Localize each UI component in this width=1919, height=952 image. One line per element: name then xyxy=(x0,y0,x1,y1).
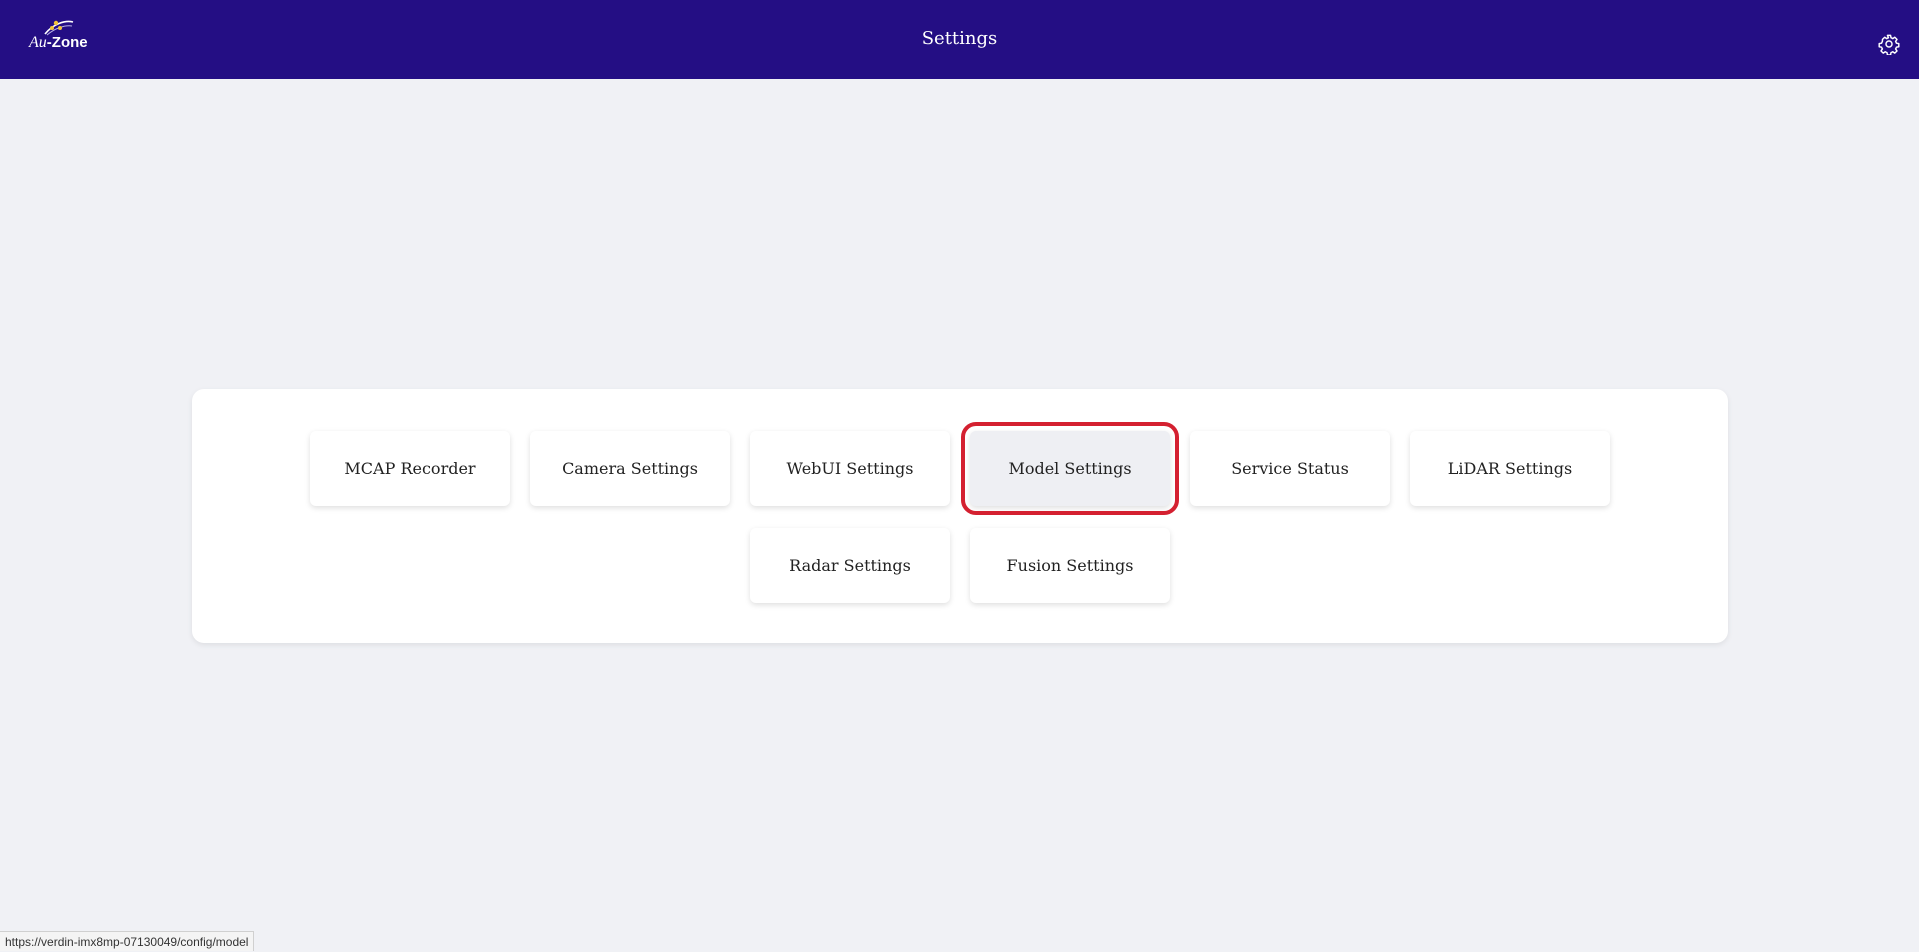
webui-settings-card[interactable]: WebUI Settings xyxy=(750,431,950,506)
status-bar-url: https://verdin-imx8mp-07130049/config/mo… xyxy=(0,931,254,951)
mcap-recorder-card[interactable]: MCAP Recorder xyxy=(310,431,510,506)
settings-button[interactable] xyxy=(1878,33,1900,55)
top-bar: Au-Zone Settings xyxy=(0,0,1919,79)
settings-panel: MCAP Recorder Camera Settings WebUI Sett… xyxy=(192,389,1728,643)
camera-settings-card[interactable]: Camera Settings xyxy=(530,431,730,506)
model-settings-card[interactable]: Model Settings xyxy=(970,431,1170,506)
fusion-settings-card[interactable]: Fusion Settings xyxy=(970,528,1170,603)
lidar-settings-card[interactable]: LiDAR Settings xyxy=(1410,431,1610,506)
radar-settings-card[interactable]: Radar Settings xyxy=(750,528,950,603)
service-status-card[interactable]: Service Status xyxy=(1190,431,1390,506)
gear-icon xyxy=(1878,33,1900,55)
page-title: Settings xyxy=(0,28,1919,49)
